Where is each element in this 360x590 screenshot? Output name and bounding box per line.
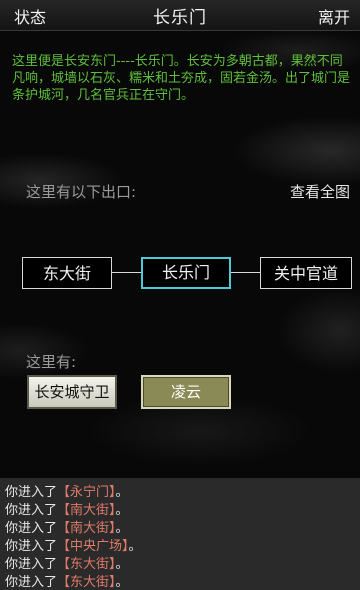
leave-button[interactable]: 离开 bbox=[318, 4, 350, 28]
room-title: 长乐门 bbox=[153, 8, 207, 28]
player-character-button[interactable]: 凌云 bbox=[141, 375, 231, 409]
current-location-box: 长乐门 bbox=[141, 257, 231, 289]
message-log: 你进入了【永宁门】。 你进入了【南大街】。 你进入了【南大街】。 你进入了【中央… bbox=[0, 478, 360, 590]
here-label: 这里有: bbox=[26, 353, 77, 371]
top-bar: 状态 长乐门 离开 bbox=[0, 0, 360, 31]
room-description: 这里便是长安东门----长乐门。长安为多朝古都，果然不同凡响，城墙以石灰、糯米和… bbox=[12, 54, 351, 103]
log-line: 你进入了【南大街】。 bbox=[5, 521, 129, 536]
log-line: 你进入了【永宁门】。 bbox=[5, 485, 129, 500]
log-line: 你进入了【南大街】。 bbox=[5, 503, 129, 518]
view-full-map-link[interactable]: 查看全图 bbox=[290, 181, 350, 202]
scene-panel: 这里便是长安东门----长乐门。长安为多朝古都，果然不同凡响，城墙以石灰、糯米和… bbox=[0, 31, 360, 478]
log-line: 你进入了【东大街】。 bbox=[5, 575, 129, 590]
exit-connector-east bbox=[230, 272, 260, 273]
log-line: 你进入了【东大街】。 bbox=[5, 557, 129, 572]
exit-connector-west bbox=[112, 272, 142, 273]
exit-east-button[interactable]: 关中官道 bbox=[260, 257, 352, 289]
exits-label: 这里有以下出口: bbox=[26, 183, 137, 201]
log-line: 你进入了【中央广场】。 bbox=[5, 539, 142, 554]
npc-guard-button[interactable]: 长安城守卫 bbox=[27, 375, 117, 409]
exit-west-button[interactable]: 东大街 bbox=[22, 257, 112, 289]
